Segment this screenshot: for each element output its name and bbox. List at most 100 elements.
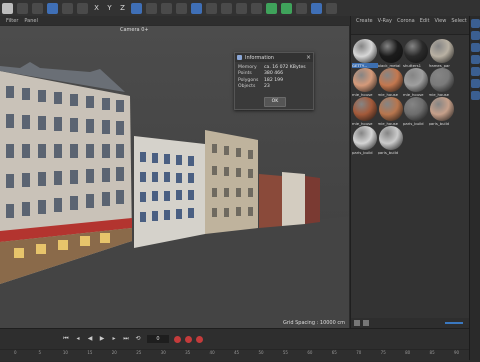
list-view-icon[interactable] [363,320,369,326]
menu-filter[interactable]: Filter [6,18,18,24]
material-swatch[interactable]: mie_house [352,68,377,97]
objects-tab-icon[interactable] [471,19,480,28]
material-label: paris_build [403,121,424,126]
spline-icon[interactable] [236,2,247,14]
timeline-tick-label: 20 [111,350,117,355]
material-swatch[interactable]: mie_house [403,68,428,97]
autokey-icon[interactable] [185,335,192,343]
timeline-tick-label: 90 [454,350,460,355]
material-swatch[interactable]: paris_build [352,126,377,155]
material-label: paris_build [428,121,450,126]
camera-icon[interactable] [281,2,292,14]
info-row-objects: Objects 23 [238,84,270,90]
ok-button[interactable]: OK [264,97,286,107]
rotate-icon[interactable] [77,2,88,14]
coordinate-icon[interactable] [131,2,142,14]
material-toolbar [351,25,469,35]
prev-key-icon[interactable]: ◂ [74,335,82,343]
material-swatch[interactable]: paris_build [403,97,428,126]
content-browser-icon[interactable] [471,43,480,52]
next-key-icon[interactable]: ▸ [110,335,118,343]
material-swatch[interactable]: mie_house [429,68,454,97]
timeline-tick-label: 0 [14,350,17,355]
material-manager: Create V-Ray Corona Edit View Select GET… [350,16,469,328]
timeline-tick-label: 40 [209,350,215,355]
coordinates-tab-icon[interactable] [471,91,480,100]
timeline-tick-label: 70 [356,350,362,355]
menu-edit[interactable]: Edit [420,18,430,24]
timeline-tick-label: 15 [87,350,93,355]
timeline-tick-label: 50 [258,350,264,355]
keyframe-selection-icon[interactable] [196,335,203,343]
scale-icon[interactable] [62,2,73,14]
current-frame-field[interactable]: 0 [147,335,169,343]
transport-controls: ⏮ ◂ ◀ ▶ ▸ ⏭ ⟲ 0 [60,334,205,344]
material-swatch[interactable]: shutters1 [403,39,428,68]
right-tool-strip [469,16,480,360]
dialog-titlebar[interactable]: Information × [235,53,313,62]
material-footer [351,318,469,328]
info-row-memory: Memory ca. 16 072 KBytes [238,64,306,70]
texture-icon[interactable] [296,2,307,14]
grid-spacing-readout: Grid Spacing : 10000 cm [283,320,345,326]
menu-panel[interactable]: Panel [24,18,38,24]
go-to-end-icon[interactable]: ⏭ [122,335,130,343]
material-label: paris_build [352,150,373,155]
globe-icon[interactable] [311,2,322,14]
material-grid: GETTY... black_metal shutters1 frames_par mi… [351,35,469,155]
timeline-tick-label: 65 [331,350,337,355]
information-dialog: Information × Memory ca. 16 072 KBytes Po… [234,52,314,110]
takes-tab-icon[interactable] [471,31,480,40]
timeline-tick-label: 5 [38,350,41,355]
material-swatch[interactable]: mie_house [352,97,377,126]
layers-tab-icon[interactable] [471,55,480,64]
material-swatch[interactable]: paris_build [429,97,454,126]
render-view-icon[interactable] [146,2,157,14]
timeline-tick-label: 45 [234,350,240,355]
thumbnail-size-slider[interactable] [445,322,463,324]
z-axis-button[interactable]: Z [117,4,128,12]
timeline-ruler[interactable]: 0 5 10 15 20 25 30 35 40 45 50 55 60 65 70 75 80 85 90 [0,349,469,362]
x-axis-button[interactable]: X [91,4,102,12]
go-to-start-icon[interactable]: ⏮ [62,335,70,343]
close-icon[interactable]: × [306,54,311,61]
cube-icon[interactable] [191,2,202,14]
material-swatch[interactable]: mie_house [378,97,403,126]
render-settings-icon[interactable] [176,2,187,14]
redo-icon[interactable] [17,2,28,14]
arrow-icon[interactable] [251,2,262,14]
loop-icon[interactable]: ⟲ [134,335,142,343]
material-swatch[interactable]: frames_par [429,39,454,68]
play-icon[interactable]: ▶ [98,335,106,343]
shape-icon[interactable] [326,2,337,14]
material-swatch[interactable]: paris_build [378,126,403,155]
camera-label: Camera 0+ [120,27,149,33]
timeline-tick-label: 10 [62,350,68,355]
light-icon[interactable] [266,2,277,14]
timeline-tick-label: 35 [185,350,191,355]
material-swatch[interactable]: GETTY... [352,39,378,68]
timeline-bar: ⏮ ◂ ◀ ▶ ▸ ⏭ ⟲ 0 0 5 10 15 20 25 30 35 40 45 50 55 60… [0,328,469,361]
subdivide-icon[interactable] [221,2,232,14]
cursor-icon[interactable] [32,2,43,14]
menu-corona[interactable]: Corona [397,18,415,24]
material-swatch[interactable]: mie_house [378,68,403,97]
structure-tab-icon[interactable] [471,79,480,88]
menu-view[interactable]: View [434,18,446,24]
undo-icon[interactable] [2,2,13,14]
render-icon[interactable] [161,2,172,14]
material-label: paris_build [377,150,399,155]
play-back-icon[interactable]: ◀ [86,335,94,343]
grid-view-icon[interactable] [354,320,360,326]
menu-select[interactable]: Select [451,18,466,24]
menu-vray[interactable]: V-Ray [378,18,392,24]
material-swatch[interactable]: black_metal [378,39,403,68]
record-icon[interactable] [174,335,181,343]
menu-create[interactable]: Create [356,18,373,24]
timeline-tick-label: 25 [136,350,142,355]
move-icon[interactable] [47,2,58,14]
y-axis-button[interactable]: Y [104,4,115,12]
dialog-title: Information [245,54,274,61]
pen-icon[interactable] [206,2,217,14]
attributes-tab-icon[interactable] [471,67,480,76]
